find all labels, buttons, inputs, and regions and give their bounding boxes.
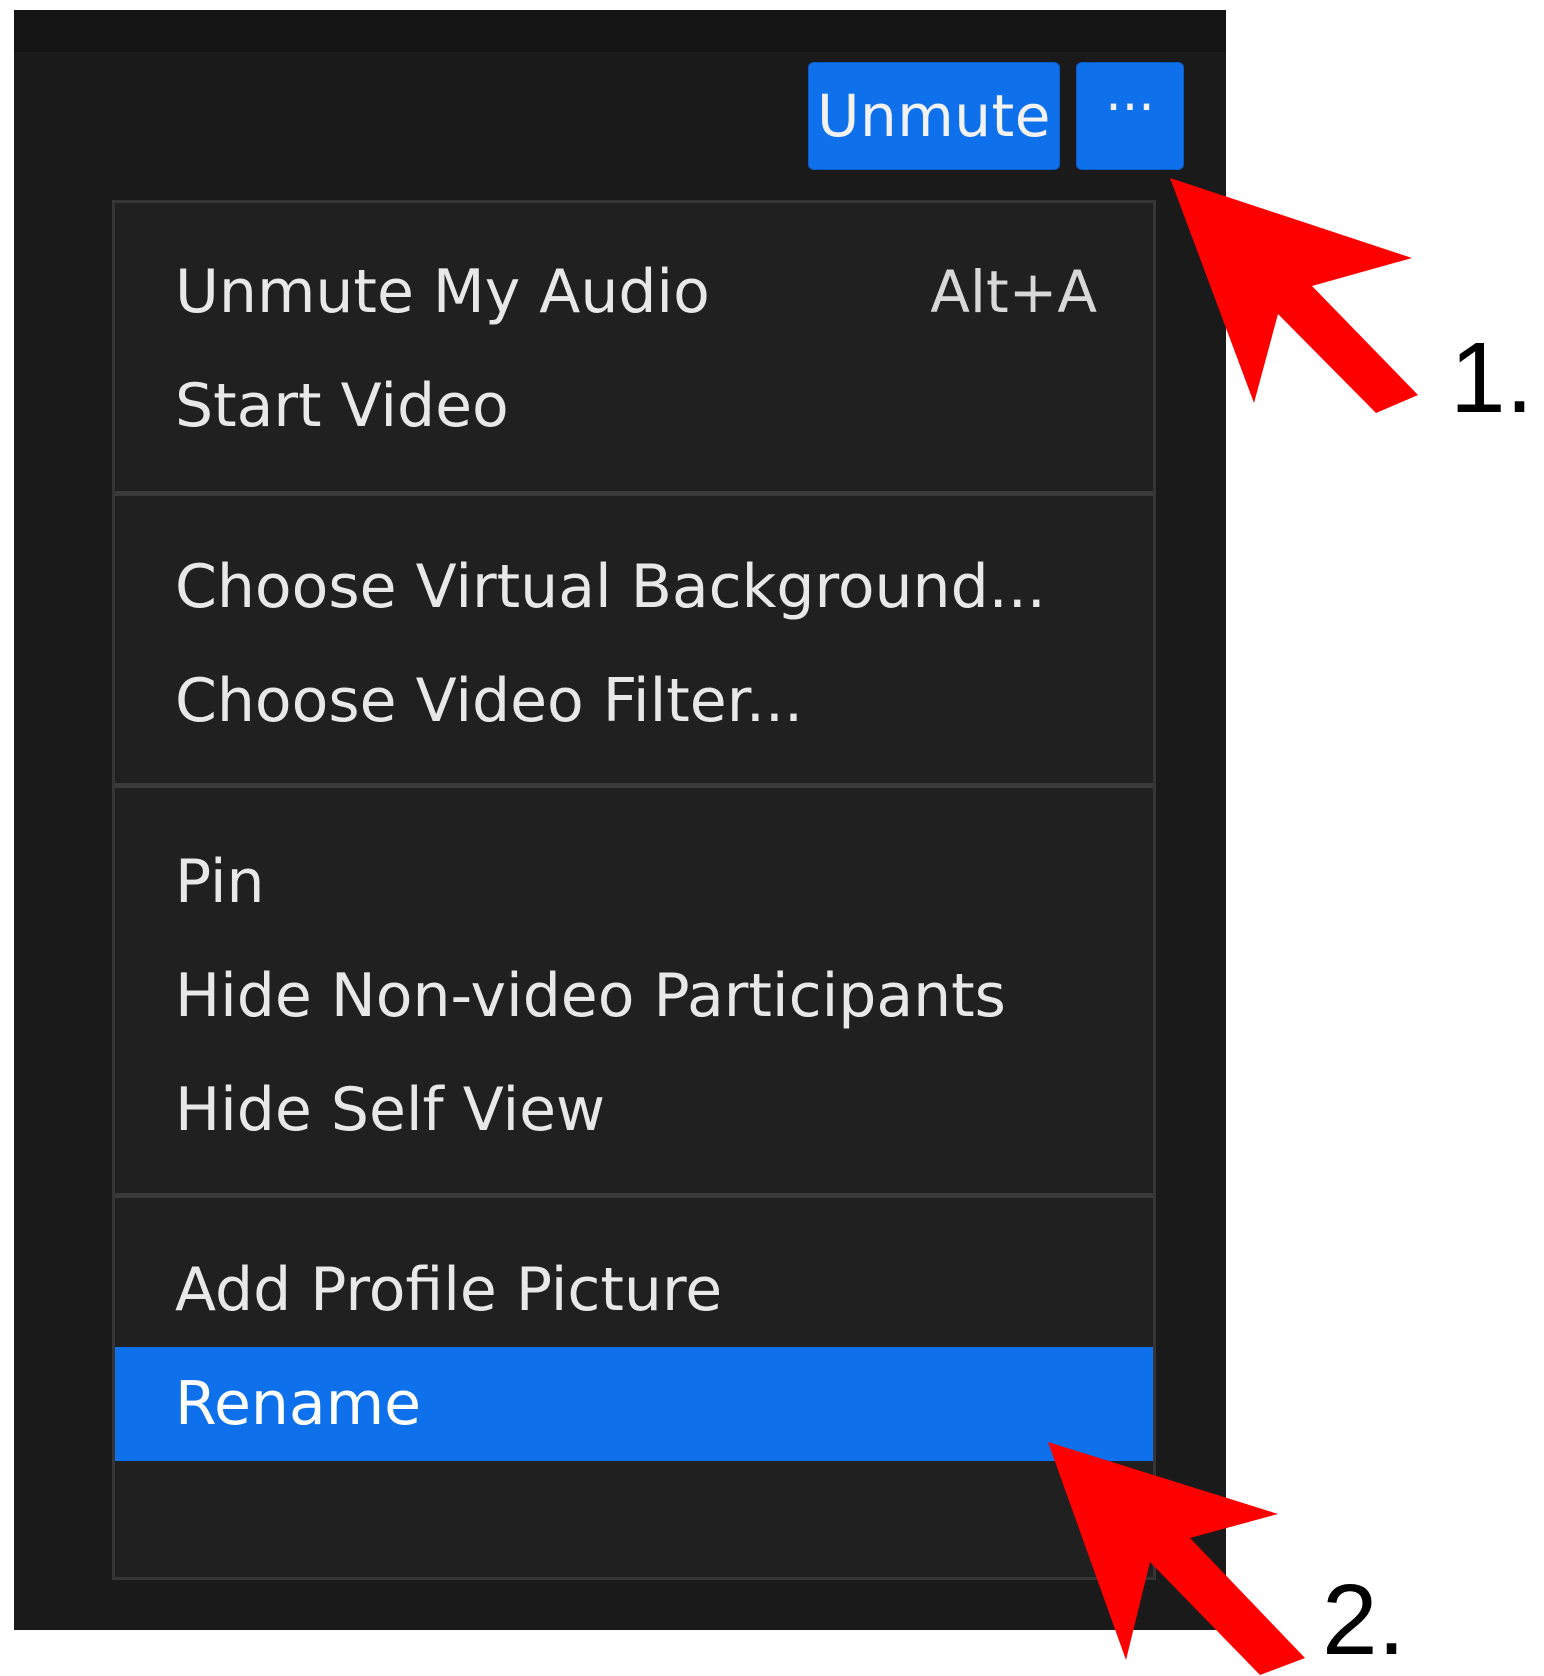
menu-item-label: Add Profile Picture: [175, 1255, 723, 1325]
unmute-button[interactable]: Unmute: [808, 62, 1060, 170]
menu-item-label: Pin: [175, 847, 265, 917]
more-options-button[interactable]: ···: [1076, 62, 1184, 170]
red-arrow-icon: [1170, 178, 1418, 413]
menu-item-shortcut: Alt+A: [930, 258, 1097, 326]
menu-item-label: Rename: [175, 1369, 422, 1439]
menu-item-add-profile-picture[interactable]: Add Profile Picture: [115, 1233, 1153, 1347]
menu-item-label: Hide Self View: [175, 1075, 606, 1145]
menu-item-hide-non-video-participants[interactable]: Hide Non-video Participants: [115, 939, 1153, 1053]
step-1-label: 1.: [1450, 322, 1534, 434]
menu-item-label: Choose Virtual Background...: [175, 552, 1046, 622]
menu-item-rename[interactable]: Rename: [115, 1347, 1153, 1461]
step-2-label: 2.: [1322, 1564, 1406, 1676]
red-arrow-icon: [1048, 1442, 1305, 1675]
menu-item-label: Start Video: [175, 371, 509, 441]
menu-item-choose-video-filter[interactable]: Choose Video Filter...: [115, 644, 1153, 758]
menu-item-unmute-my-audio[interactable]: Unmute My Audio Alt+A: [115, 235, 1153, 349]
menu-item-hide-self-view[interactable]: Hide Self View: [115, 1053, 1153, 1167]
menu-item-label: Choose Video Filter...: [175, 666, 804, 736]
menu-separator: [115, 1193, 1153, 1198]
menu-item-label: Unmute My Audio: [175, 257, 710, 327]
menu-item-pin[interactable]: Pin: [115, 825, 1153, 939]
menu-separator: [115, 783, 1153, 788]
menu-separator: [115, 491, 1153, 496]
participant-context-menu: Unmute My Audio Alt+A Start Video Choose…: [112, 200, 1156, 1580]
window-top-strip: [14, 10, 1226, 52]
meeting-window: Unmute ··· Unmute My Audio Alt+A Start V…: [14, 10, 1226, 1630]
menu-item-start-video[interactable]: Start Video: [115, 349, 1153, 463]
menu-item-choose-virtual-background[interactable]: Choose Virtual Background...: [115, 530, 1153, 644]
menu-item-label: Hide Non-video Participants: [175, 961, 1006, 1031]
more-icon: ···: [1105, 78, 1155, 138]
